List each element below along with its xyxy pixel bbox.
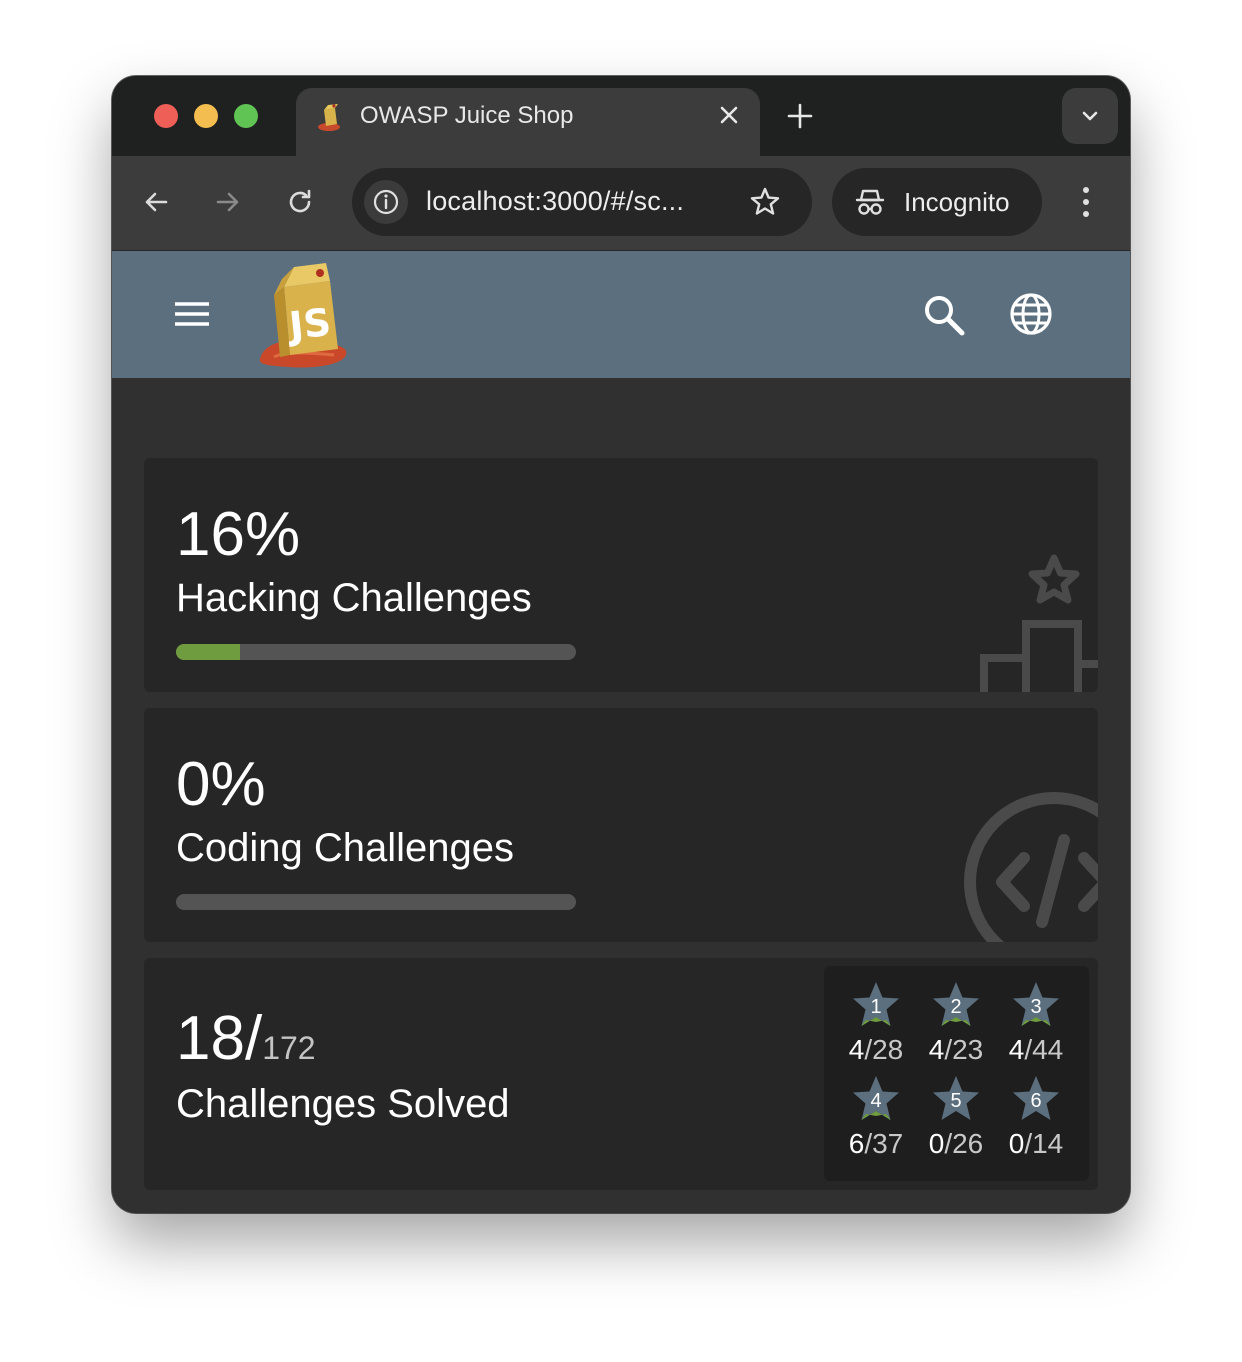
maximize-window-button[interactable] xyxy=(234,104,258,128)
difficulty-level: 5 xyxy=(950,1090,962,1112)
difficulty-solved: 0 xyxy=(1008,1128,1025,1159)
back-arrow-icon[interactable] xyxy=(140,186,172,218)
menu-icon[interactable] xyxy=(172,297,212,331)
incognito-icon xyxy=(855,189,885,215)
difficulty-count: 4/44 xyxy=(996,1034,1076,1066)
tab-search-button[interactable] xyxy=(1062,88,1118,144)
chevron-down-icon xyxy=(1082,111,1098,121)
juice-shop-favicon-icon xyxy=(318,104,340,131)
difficulty-3[interactable]: 3 4/44 xyxy=(996,980,1076,1072)
close-tab-icon[interactable] xyxy=(714,100,744,130)
tab-juice-shop[interactable]: OWASP Juice Shop xyxy=(296,88,760,156)
difficulty-4[interactable]: 4 6/37 xyxy=(836,1074,916,1166)
more-menu-icon[interactable] xyxy=(1074,182,1098,222)
score-board-content: 16% Hacking Challenges 0% Coding Challen… xyxy=(112,378,1130,1213)
hacking-progress-bar xyxy=(176,644,576,660)
difficulty-level: 4 xyxy=(870,1090,882,1112)
juice-shop-logo[interactable]: JS xyxy=(254,259,354,371)
hacking-challenges-card: 16% Hacking Challenges xyxy=(144,458,1098,692)
app-toolbar: JS xyxy=(112,251,1130,378)
difficulty-count: 4/28 xyxy=(836,1034,916,1066)
difficulty-6[interactable]: 6 0/14 xyxy=(996,1074,1076,1166)
tab-strip: OWASP Juice Shop xyxy=(112,76,1130,156)
podium-trophy-icon xyxy=(980,554,1098,692)
coding-challenges-card: 0% Coding Challenges xyxy=(144,708,1098,942)
difficulty-total: /37 xyxy=(864,1128,904,1159)
minimize-window-button[interactable] xyxy=(194,104,218,128)
close-window-button[interactable] xyxy=(154,104,178,128)
browser-window: OWASP Juice Shop localhost:3000/#/sc... … xyxy=(112,76,1130,1213)
code-icon xyxy=(964,792,1098,942)
difficulty-solved: 6 xyxy=(848,1128,865,1159)
difficulty-count: 0/26 xyxy=(916,1128,996,1160)
difficulty-count: 0/14 xyxy=(996,1128,1076,1160)
incognito-label: Incognito xyxy=(904,187,1010,217)
language-globe-icon[interactable] xyxy=(1008,291,1054,337)
difficulty-solved: 4 xyxy=(1008,1034,1025,1065)
difficulty-2[interactable]: 2 4/23 xyxy=(916,980,996,1072)
difficulty-total: /28 xyxy=(864,1034,904,1065)
info-icon xyxy=(373,189,399,215)
solved-label: Challenges Solved xyxy=(176,1082,510,1126)
new-tab-icon[interactable] xyxy=(784,100,816,132)
hacking-percent: 16% xyxy=(176,500,301,569)
difficulty-5[interactable]: 5 0/26 xyxy=(916,1074,996,1166)
difficulty-total: /26 xyxy=(944,1128,984,1159)
solved-count: 18/172 xyxy=(176,1008,316,1070)
address-bar[interactable]: localhost:3000/#/sc... xyxy=(352,168,812,236)
browser-toolbar: localhost:3000/#/sc... Incognito xyxy=(112,156,1130,251)
difficulty-level: 6 xyxy=(1030,1090,1042,1112)
hacking-progress-fill xyxy=(176,644,240,660)
difficulty-total: /14 xyxy=(1024,1128,1064,1159)
difficulty-solved: 4 xyxy=(928,1034,945,1065)
solved-number: 18/ xyxy=(176,1004,263,1073)
difficulty-total: /23 xyxy=(944,1034,984,1065)
difficulty-1[interactable]: 1 4/28 xyxy=(836,980,916,1072)
hacking-label: Hacking Challenges xyxy=(176,576,532,620)
coding-percent: 0% xyxy=(176,750,266,819)
solved-total: 172 xyxy=(262,1030,316,1066)
difficulty-level: 3 xyxy=(1030,996,1042,1018)
difficulty-level: 2 xyxy=(950,996,962,1018)
bookmark-star-icon[interactable] xyxy=(748,185,782,219)
logo-text: JS xyxy=(284,300,333,348)
search-icon[interactable] xyxy=(922,293,966,337)
difficulty-solved: 0 xyxy=(928,1128,945,1159)
incognito-profile-button[interactable]: Incognito xyxy=(832,168,1042,236)
difficulty-level: 1 xyxy=(870,996,882,1018)
coding-progress-bar xyxy=(176,894,576,910)
difficulty-total: /44 xyxy=(1024,1034,1064,1065)
difficulty-breakdown: 1 4/28 2 4/23 3 4/44 4 6/37 5 0/26 6 0/14 xyxy=(824,966,1089,1181)
coding-label: Coding Challenges xyxy=(176,826,515,870)
tab-title: OWASP Juice Shop xyxy=(360,102,574,129)
difficulty-count: 4/23 xyxy=(916,1034,996,1066)
forward-arrow-icon[interactable] xyxy=(212,186,244,218)
reload-icon[interactable] xyxy=(284,186,316,218)
url-text: localhost:3000/#/sc... xyxy=(426,186,685,216)
difficulty-solved: 4 xyxy=(848,1034,865,1065)
site-info-button[interactable] xyxy=(364,180,408,224)
difficulty-count: 6/37 xyxy=(836,1128,916,1160)
challenges-solved-card: 18/172 Challenges Solved 1 4/28 2 4/23 3 4/44… xyxy=(144,958,1098,1190)
